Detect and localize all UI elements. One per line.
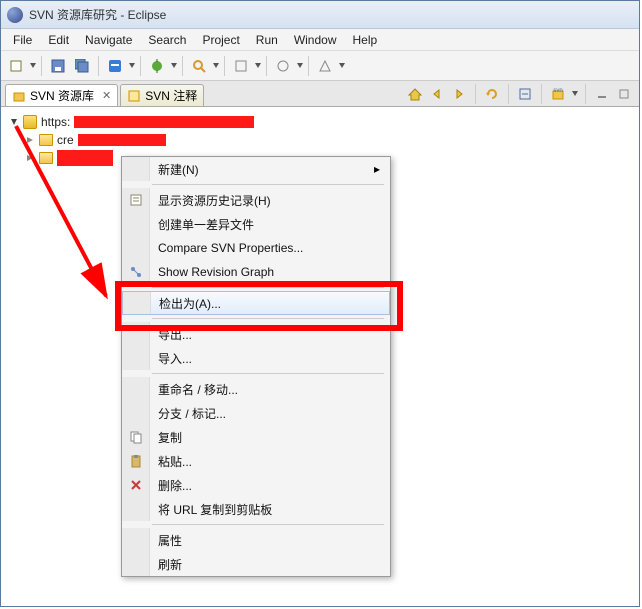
repository-icon	[23, 115, 37, 129]
titlebar: SVN 资源库研究 - Eclipse	[1, 1, 639, 29]
menu-search[interactable]: Search	[140, 31, 194, 49]
tab-label: SVN 资源库	[30, 87, 94, 104]
close-icon[interactable]: ✕	[102, 89, 111, 102]
refresh-icon[interactable]	[483, 85, 501, 103]
menu-properties[interactable]: 属性	[122, 528, 390, 552]
menu-export[interactable]: 导出...	[122, 322, 390, 346]
copy-icon	[129, 430, 143, 444]
menu-run[interactable]: Run	[248, 31, 286, 49]
twisty-closed-icon[interactable]	[25, 153, 35, 163]
menubar: File Edit Navigate Search Project Run Wi…	[1, 29, 639, 51]
tool3-button[interactable]	[314, 55, 336, 77]
folder-icon	[39, 152, 53, 164]
menu-import[interactable]: 导入...	[122, 346, 390, 370]
menu-compare-properties[interactable]: Compare SVN Properties...	[122, 236, 390, 260]
debug-button[interactable]	[146, 55, 168, 77]
menu-project[interactable]: Project	[194, 31, 247, 49]
tree-root[interactable]: https:	[9, 113, 631, 131]
folder-icon	[39, 134, 53, 146]
maximize-icon[interactable]	[615, 85, 633, 103]
menu-checkout[interactable]: 检出为(A)...	[122, 291, 390, 315]
dropdown-icon[interactable]	[297, 63, 303, 69]
save-button[interactable]	[47, 55, 69, 77]
dropdown-icon[interactable]	[171, 63, 177, 69]
svg-text:svn: svn	[553, 88, 562, 94]
menu-history[interactable]: 显示资源历史记录(H)	[122, 188, 390, 212]
context-menu: 新建(N) ▸ 显示资源历史记录(H) 创建单一差异文件 Compare SVN…	[121, 156, 391, 577]
forward-icon[interactable]	[450, 85, 468, 103]
new-repo-icon[interactable]: svn	[549, 85, 567, 103]
menu-file[interactable]: File	[5, 31, 40, 49]
tree-label: cre	[57, 133, 74, 147]
view-toolbar: svn	[406, 84, 633, 104]
redacted-text	[74, 116, 254, 128]
dropdown-icon[interactable]	[129, 63, 135, 69]
repo-tab-icon	[12, 89, 26, 103]
dropdown-icon[interactable]	[572, 91, 578, 97]
dropdown-icon[interactable]	[255, 63, 261, 69]
home-icon[interactable]	[406, 85, 424, 103]
tree-folder[interactable]: cre	[25, 131, 631, 149]
menu-revision-graph[interactable]: Show Revision Graph	[122, 260, 390, 284]
menu-copy-url[interactable]: 将 URL 复制到剪贴板	[122, 497, 390, 521]
menu-navigate[interactable]: Navigate	[77, 31, 140, 49]
twisty-closed-icon[interactable]	[25, 135, 35, 145]
submenu-arrow-icon: ▸	[374, 162, 380, 176]
menu-create-patch[interactable]: 创建单一差异文件	[122, 212, 390, 236]
menu-rename[interactable]: 重命名 / 移动...	[122, 377, 390, 401]
menu-branch[interactable]: 分支 / 标记...	[122, 401, 390, 425]
eclipse-window: SVN 资源库研究 - Eclipse File Edit Navigate S…	[0, 0, 640, 607]
tab-svn-repo[interactable]: SVN 资源库 ✕	[5, 84, 118, 106]
twisty-open-icon[interactable]	[9, 117, 19, 127]
dropdown-icon[interactable]	[213, 63, 219, 69]
menu-help[interactable]: Help	[345, 31, 386, 49]
save-all-button[interactable]	[71, 55, 93, 77]
annotate-tab-icon	[127, 89, 141, 103]
eclipse-icon	[7, 7, 23, 23]
minimize-icon[interactable]	[593, 85, 611, 103]
tab-bar: SVN 资源库 ✕ SVN 注释 svn	[1, 81, 639, 107]
dropdown-icon[interactable]	[339, 63, 345, 69]
back-icon[interactable]	[428, 85, 446, 103]
menu-delete[interactable]: 删除...	[122, 473, 390, 497]
tool2-button[interactable]	[272, 55, 294, 77]
redacted-text	[57, 150, 113, 166]
tree-label: https:	[41, 115, 70, 129]
toolbar	[1, 51, 639, 81]
toggle-button[interactable]	[104, 55, 126, 77]
menu-paste[interactable]: 粘贴...	[122, 449, 390, 473]
paste-icon	[129, 454, 143, 468]
tab-svn-annotate[interactable]: SVN 注释	[120, 84, 204, 106]
menu-window[interactable]: Window	[286, 31, 345, 49]
redacted-text	[78, 134, 166, 146]
menu-copy[interactable]: 复制	[122, 425, 390, 449]
graph-icon	[129, 265, 143, 279]
dropdown-icon[interactable]	[30, 63, 36, 69]
search-button[interactable]	[188, 55, 210, 77]
menu-edit[interactable]: Edit	[40, 31, 77, 49]
new-button[interactable]	[5, 55, 27, 77]
delete-icon	[129, 478, 143, 492]
tool-button[interactable]	[230, 55, 252, 77]
history-icon	[129, 193, 143, 207]
menu-refresh[interactable]: 刷新	[122, 552, 390, 576]
tab-label: SVN 注释	[145, 87, 197, 104]
collapse-icon[interactable]	[516, 85, 534, 103]
menu-new[interactable]: 新建(N) ▸	[122, 157, 390, 181]
window-title: SVN 资源库研究 - Eclipse	[29, 6, 166, 23]
